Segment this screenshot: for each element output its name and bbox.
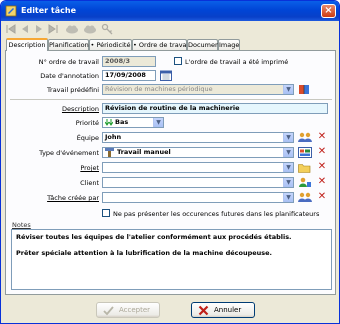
calendar-icon[interactable] xyxy=(160,70,172,81)
annotation-date-field[interactable]: 17/09/2008 xyxy=(102,70,156,81)
edit-task-window: Editer tâche × Description Planification… xyxy=(0,0,340,324)
close-button[interactable]: × xyxy=(321,4,336,18)
app-icon xyxy=(5,5,17,17)
team-label: Équipe xyxy=(76,134,99,142)
manual-work-icon xyxy=(105,148,114,157)
tab-planification[interactable]: Planification xyxy=(48,39,89,50)
users-icon[interactable] xyxy=(298,192,312,203)
toolbar xyxy=(3,22,339,36)
chevron-down-icon[interactable]: ▼ xyxy=(283,133,293,142)
tab-description[interactable]: Description xyxy=(6,38,48,51)
event-type-value: Travail manuel xyxy=(117,148,171,156)
priority-label: Priorité xyxy=(75,119,99,127)
hide-future-occurrences-checkbox[interactable] xyxy=(102,209,110,217)
predefined-work-label: Travail prédéfini xyxy=(47,86,99,94)
previous-record-icon[interactable] xyxy=(19,23,31,35)
client-select[interactable]: ▼ xyxy=(102,177,294,188)
notes-line: Prêter spéciale attention à la lubrifica… xyxy=(16,249,273,257)
clear-team-icon[interactable]: ✕ xyxy=(317,132,327,142)
tab-image[interactable]: Image xyxy=(218,39,240,50)
cloud-alt-icon[interactable] xyxy=(83,23,97,35)
chevron-down-icon[interactable]: ▼ xyxy=(283,85,293,94)
predefined-work-value: Révision de machines périodique xyxy=(105,85,213,93)
created-by-select[interactable]: ▼ xyxy=(102,192,294,203)
notes-textarea[interactable]: Réviser toutes les équipes de l'atelier … xyxy=(11,229,332,290)
tab-periodicite[interactable]: • Périodicité xyxy=(89,39,132,50)
clear-project-icon[interactable]: ✕ xyxy=(317,162,327,172)
hide-future-occurrences-label: Ne pas présenter les occurences futures … xyxy=(113,210,320,218)
title-bar: Editer tâche × xyxy=(1,1,339,21)
project-folder-icon[interactable] xyxy=(298,162,311,173)
event-type-label: Type d'événement xyxy=(39,149,99,157)
event-type-editor-icon[interactable] xyxy=(298,147,312,158)
chevron-down-icon[interactable]: ▼ xyxy=(283,178,293,187)
checkmark-icon xyxy=(103,306,114,316)
team-value: John xyxy=(105,133,122,141)
chevron-down-icon[interactable]: ▼ xyxy=(283,163,293,172)
notes-line: Réviser toutes les équipes de l'atelier … xyxy=(16,233,292,241)
cancel-x-icon xyxy=(198,305,209,316)
separator xyxy=(10,99,332,100)
notes-label-text: Notes xyxy=(12,221,31,229)
clear-event-type-icon[interactable]: ✕ xyxy=(317,147,327,157)
tab-ordre-de-travail[interactable]: • Ordre de travail xyxy=(132,39,190,50)
clear-created-by-icon[interactable]: ✕ xyxy=(317,192,327,202)
chevron-down-icon[interactable]: ▼ xyxy=(153,118,163,127)
priority-value: Bas xyxy=(115,118,129,126)
window-title: Editer tâche xyxy=(21,6,76,15)
chevron-down-icon[interactable]: ▼ xyxy=(283,193,293,202)
created-by-label: Tâche créée par xyxy=(47,194,99,202)
project-select[interactable]: ▼ xyxy=(102,162,294,173)
accept-button[interactable]: Accepter xyxy=(96,302,160,318)
clear-client-icon[interactable]: ✕ xyxy=(317,177,327,187)
next-record-icon[interactable] xyxy=(33,23,45,35)
description-field[interactable]: Révision de routine de la machinerie xyxy=(102,103,328,114)
predefined-work-select[interactable]: Révision de machines périodique ▼ xyxy=(102,84,294,95)
notes-label: Notes xyxy=(12,221,31,229)
priority-select[interactable]: Bas ▼ xyxy=(102,117,164,128)
priority-low-icon xyxy=(105,119,113,126)
printed-checkbox[interactable] xyxy=(174,57,182,65)
key-icon[interactable] xyxy=(101,23,113,35)
book-icon[interactable] xyxy=(298,84,311,95)
description-label: Description xyxy=(62,105,99,113)
cloud-icon[interactable] xyxy=(65,23,79,35)
tab-document[interactable]: Document xyxy=(187,39,222,50)
project-label-text: Projet xyxy=(80,164,99,172)
client-contact-icon[interactable] xyxy=(298,177,311,188)
annotation-date-label: Date d'annotation xyxy=(40,72,99,80)
cancel-button[interactable]: Annuler xyxy=(191,302,255,318)
accept-label: Accepter xyxy=(119,306,151,314)
chevron-down-icon[interactable]: ▼ xyxy=(283,148,293,157)
cancel-label: Annuler xyxy=(214,306,242,314)
last-record-icon[interactable] xyxy=(47,23,59,35)
order-number-label: N° ordre de travail xyxy=(38,58,99,66)
event-type-select[interactable]: Travail manuel ▼ xyxy=(102,147,294,158)
order-number-field: 2008/3 xyxy=(102,56,156,67)
created-by-label-text: Tâche créée par xyxy=(47,194,99,202)
printed-label: L'ordre de travail a été imprimé xyxy=(185,58,289,66)
description-panel: N° ordre de travail 2008/3 L'ordre de tr… xyxy=(5,50,336,295)
first-record-icon[interactable] xyxy=(5,23,17,35)
team-select[interactable]: John ▼ xyxy=(102,132,294,143)
description-label-text: Description xyxy=(61,105,99,113)
project-label: Projet xyxy=(80,164,99,172)
team-members-icon[interactable] xyxy=(298,132,312,143)
client-label: Client xyxy=(80,179,99,187)
